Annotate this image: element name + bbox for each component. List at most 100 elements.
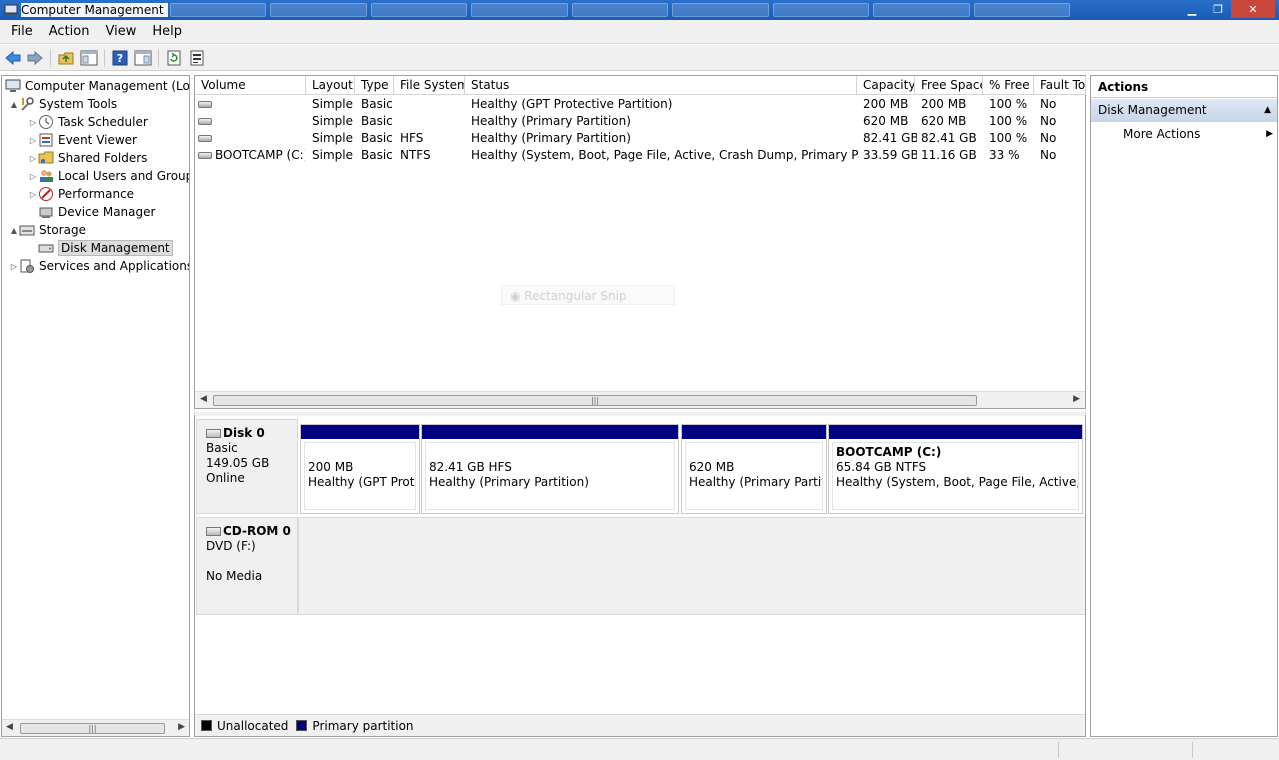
snip-icon: ◉: [510, 289, 525, 303]
disk-0-label[interactable]: Disk 0 Basic 149.05 GB Online: [196, 419, 298, 514]
column-header-capacity[interactable]: Capacity: [857, 76, 915, 95]
menu-help[interactable]: Help: [144, 20, 190, 44]
menu-action[interactable]: Action: [41, 20, 98, 44]
volume-cell: 100 %: [989, 97, 1028, 111]
show-hide-action-pane-icon[interactable]: [134, 49, 152, 67]
scrollbar-thumb[interactable]: |||: [213, 395, 977, 406]
column-header-layout[interactable]: Layout: [306, 76, 355, 95]
shared-folders-icon: [38, 150, 54, 166]
services-icon: [19, 258, 35, 274]
restore-button[interactable]: ❐: [1205, 0, 1231, 18]
tree-node-shared-folders[interactable]: ▷ Shared Folders: [28, 149, 147, 167]
column-header-free-space[interactable]: Free Space: [915, 76, 983, 95]
volume-cell: 11.16 GB: [921, 148, 977, 162]
menu-bar: File Action View Help: [0, 20, 1279, 44]
volume-cell: [400, 113, 467, 130]
device-manager-icon: [38, 204, 54, 220]
primary-partition-bar: [422, 425, 678, 439]
volume-name: BOOTCAMP (C:): [215, 148, 305, 162]
scroll-left-icon[interactable]: ◀: [200, 394, 207, 404]
expand-arrow-icon[interactable]: ▷: [28, 118, 38, 127]
menu-file[interactable]: File: [0, 20, 41, 44]
collapse-caret-icon[interactable]: ▲: [1264, 99, 1271, 122]
volume-row[interactable]: Simple Basic HFS Healthy (Primary Partition…: [195, 130, 1085, 147]
partition-bootcamp[interactable]: BOOTCAMP (C:) 65.84 GB NTFS Healthy (Sys…: [828, 424, 1083, 514]
partition-hfs[interactable]: 82.41 GB HFS Healthy (Primary Partition): [421, 424, 679, 514]
tree-node-local-users-and-groups[interactable]: ▷ Local Users and Groups: [28, 167, 189, 185]
column-header-volume[interactable]: Volume: [195, 76, 306, 95]
primary-partition-bar: [829, 425, 1082, 439]
volume-list-horizontal-scrollbar[interactable]: ◀ ||| ▶: [195, 391, 1085, 408]
tree-node-system-tools[interactable]: ▲ System Tools: [9, 95, 117, 113]
show-hide-console-tree-icon[interactable]: [80, 49, 98, 67]
svg-text:?: ?: [117, 52, 123, 65]
cdrom-empty-area: [298, 517, 1085, 615]
disk-management-icon: [38, 240, 54, 256]
tree-horizontal-scrollbar[interactable]: ◀ ||| ▶: [2, 719, 189, 736]
collapse-arrow-icon[interactable]: ▲: [9, 100, 19, 109]
volume-cell: 33 %: [989, 148, 1020, 162]
partition-620mb[interactable]: 620 MB Healthy (Primary Partitio: [681, 424, 827, 514]
volume-row[interactable]: Simple Basic Healthy (Primary Partition) 62…: [195, 113, 1085, 130]
tree-node-event-viewer[interactable]: ▷ Event Viewer: [28, 131, 137, 149]
expand-arrow-icon[interactable]: ▷: [9, 262, 19, 271]
cdrom-0-label[interactable]: CD-ROM 0 DVD (F:) No Media: [196, 517, 298, 615]
more-actions-item[interactable]: More Actions ▶: [1123, 125, 1273, 143]
column-header-file-system[interactable]: File System: [394, 76, 465, 95]
tree-node-task-scheduler[interactable]: ▷ Task Scheduler: [28, 113, 148, 131]
tree-node-computer-management[interactable]: Computer Management (Local: [5, 77, 189, 95]
scroll-right-icon[interactable]: ▶: [178, 722, 185, 732]
tree-node-services-and-applications[interactable]: ▷ Services and Applications: [9, 257, 189, 275]
volume-cell: 82.41 GB: [863, 131, 917, 145]
tree-node-performance[interactable]: ▷ Performance: [28, 185, 134, 203]
volume-row[interactable]: BOOTCAMP (C:) Simple Basic NTFS Healthy (Sys…: [195, 147, 1085, 164]
volume-row[interactable]: Simple Basic Healthy (GPT Protective Parti…: [195, 96, 1085, 113]
column-header--free[interactable]: % Free: [983, 76, 1034, 95]
refresh-icon[interactable]: [165, 49, 183, 67]
menu-view[interactable]: View: [97, 20, 144, 44]
volume-cell: 100 %: [989, 114, 1028, 128]
scrollbar-thumb[interactable]: |||: [20, 723, 165, 734]
volume-cell: 200 MB: [921, 97, 967, 111]
forward-arrow-icon[interactable]: [26, 49, 44, 67]
collapse-arrow-icon[interactable]: ▲: [9, 226, 19, 235]
scroll-left-icon[interactable]: ◀: [6, 722, 13, 732]
primary-partition-bar: [682, 425, 826, 439]
unallocated-swatch: [201, 720, 212, 731]
volume-cell: Simple: [312, 114, 353, 128]
cd-drive-icon: [206, 527, 221, 536]
column-header-type[interactable]: Type: [355, 76, 394, 95]
close-button[interactable]: ✕: [1231, 0, 1275, 18]
volume-cell: 200 MB: [863, 97, 909, 111]
minimize-button[interactable]: ▁: [1179, 0, 1205, 18]
column-header-status[interactable]: Status: [465, 76, 857, 95]
scroll-right-icon[interactable]: ▶: [1073, 394, 1080, 404]
volume-cell: 82.41 GB: [921, 131, 977, 145]
expand-arrow-icon[interactable]: ▷: [28, 190, 38, 199]
actions-section-disk-management[interactable]: Disk Management ▲: [1091, 99, 1277, 122]
expand-arrow-icon[interactable]: ▷: [28, 154, 38, 163]
properties-icon[interactable]: [188, 49, 206, 67]
column-header-fault-tol[interactable]: Fault Tol: [1034, 76, 1086, 95]
help-icon[interactable]: ?: [111, 49, 129, 67]
tools-icon: [19, 96, 35, 112]
expand-arrow-icon[interactable]: ▷: [28, 136, 38, 145]
tree-node-device-manager[interactable]: Device Manager: [28, 203, 155, 221]
volume-drive-icon: [198, 101, 212, 108]
expand-arrow-icon[interactable]: ▷: [28, 172, 38, 181]
status-bar: [0, 738, 1279, 760]
performance-icon: [38, 186, 54, 202]
up-folder-icon[interactable]: [57, 49, 75, 67]
volume-cell: [400, 96, 467, 113]
volume-cell: Simple: [312, 97, 353, 111]
tree-node-disk-management[interactable]: Disk Management: [28, 239, 173, 257]
title-bar: Computer Management ▁ ❐ ✕: [0, 0, 1279, 20]
volume-cell: Simple: [312, 131, 353, 145]
window-title: Computer Management: [21, 3, 168, 17]
volume-cell: No: [1040, 97, 1057, 111]
back-arrow-icon[interactable]: [4, 49, 22, 67]
volume-list: Volume Layout Type File System Status Capacit…: [194, 75, 1086, 409]
tree-node-storage[interactable]: ▲ Storage: [9, 221, 86, 239]
storage-icon: [19, 222, 35, 238]
partition-gpt-protective[interactable]: 200 MB Healthy (GPT Protec: [300, 424, 420, 514]
